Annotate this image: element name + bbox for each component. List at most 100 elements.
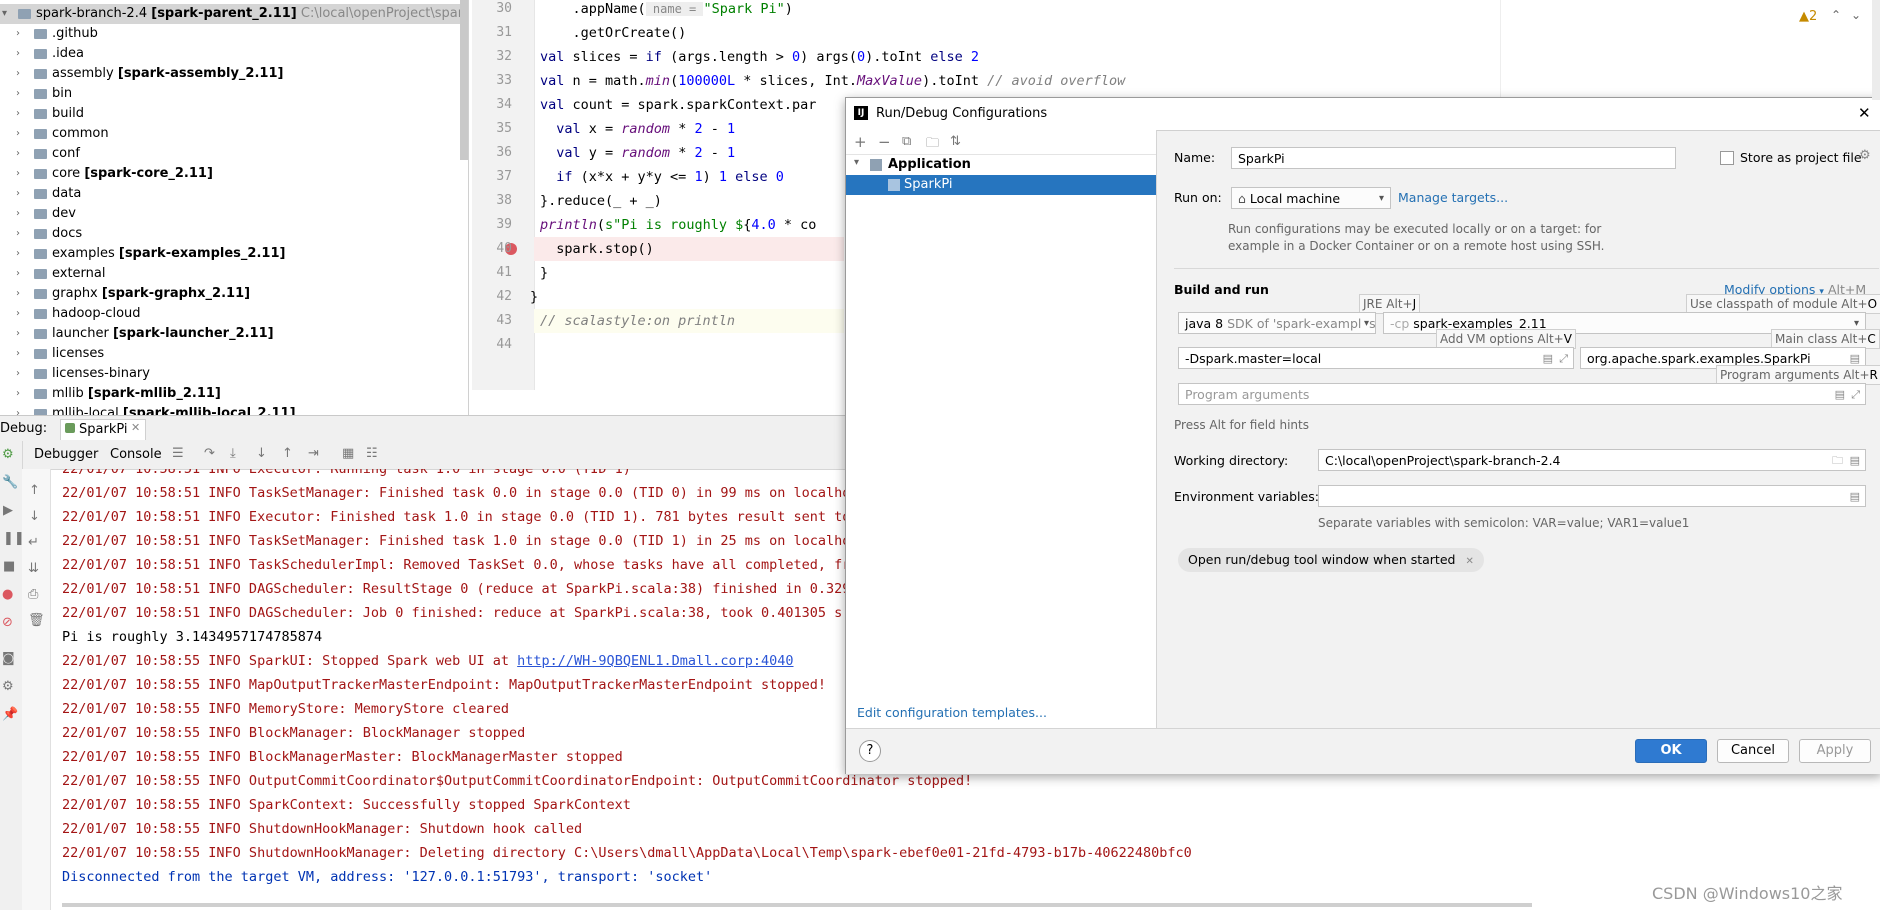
camera-icon[interactable]: ◙: [2, 651, 15, 666]
console-link[interactable]: http://WH-9QBQENL1.Dmall.corp:4040: [517, 653, 793, 669]
chevron-right-icon[interactable]: ›: [16, 184, 20, 204]
cancel-button[interactable]: Cancel: [1717, 739, 1789, 763]
workdir-field[interactable]: C:\local\openProject\spark-branch-2.4 🗀 …: [1318, 449, 1866, 471]
code-line-32[interactable]: val slices = if (args.length > 0) args(0…: [540, 45, 979, 69]
apply-button[interactable]: Apply: [1799, 739, 1871, 763]
chevron-right-icon[interactable]: ›: [16, 244, 20, 264]
list-icon[interactable]: ▤: [1850, 486, 1860, 506]
chevron-right-icon[interactable]: ›: [16, 24, 20, 44]
tree-item[interactable]: › mllib [spark-mllib_2.11]: [0, 384, 468, 404]
tree-item[interactable]: › licenses: [0, 344, 468, 364]
code-line-41[interactable]: }: [540, 261, 548, 285]
help-icon[interactable]: ?: [859, 740, 881, 762]
tree-item[interactable]: › build: [0, 104, 468, 124]
warning-count[interactable]: ▲2: [1799, 9, 1817, 24]
code-line-35[interactable]: val x = random * 2 - 1: [540, 117, 735, 141]
add-icon[interactable]: +: [854, 133, 867, 151]
tree-item[interactable]: › examples [spark-examples_2.11]: [0, 244, 468, 264]
close-icon[interactable]: ✕: [131, 421, 140, 434]
tab-sparkpi[interactable]: SparkPi ✕: [60, 419, 146, 440]
program-arguments-field[interactable]: Program arguments ▤ ⤢: [1178, 383, 1866, 405]
menu-icon[interactable]: ☰: [172, 446, 184, 461]
dialog-titlebar[interactable]: IJ Run/Debug Configurations ✕: [846, 98, 1880, 131]
chevron-right-icon[interactable]: ›: [16, 384, 20, 404]
close-icon[interactable]: ✕: [1858, 104, 1871, 122]
console-hscrollbar[interactable]: [62, 903, 1532, 907]
ok-button[interactable]: OK: [1635, 739, 1707, 763]
show-execution-point-icon[interactable]: ↷: [204, 446, 215, 461]
chevron-up-icon[interactable]: ⌃: [1831, 8, 1841, 22]
print-icon[interactable]: ⎙: [28, 587, 38, 602]
list-icon[interactable]: ▤: [1835, 384, 1845, 404]
step-over-icon[interactable]: ⤓: [230, 446, 236, 461]
tree-item[interactable]: › launcher [spark-launcher_2.11]: [0, 324, 468, 344]
pin-icon[interactable]: 📌: [2, 707, 18, 722]
chevron-right-icon[interactable]: ›: [16, 64, 20, 84]
tree-item[interactable]: › mllib-local [spark-mllib-local_2.11]: [0, 404, 468, 415]
tree-item[interactable]: › core [spark-core_2.11]: [0, 164, 468, 184]
tree-item[interactable]: › licenses-binary: [0, 364, 468, 384]
soft-wrap-icon[interactable]: ↵: [28, 535, 39, 550]
chevron-right-icon[interactable]: ›: [16, 404, 20, 415]
code-line-30[interactable]: .appName( name = "Spark Pi"): [540, 0, 793, 21]
remove-icon[interactable]: −: [878, 133, 891, 151]
evaluate-icon[interactable]: ▦: [342, 446, 354, 461]
tree-item[interactable]: › dev: [0, 204, 468, 224]
tree-item[interactable]: › assembly [spark-assembly_2.11]: [0, 64, 468, 84]
scroll-to-end-icon[interactable]: ⇊: [28, 561, 39, 576]
down-icon[interactable]: ↓: [29, 509, 40, 524]
expand-icon[interactable]: ⤢: [1559, 348, 1568, 368]
code-line-39[interactable]: println(s"Pi is roughly ${4.0 * co: [540, 213, 816, 237]
mute-breakpoints-icon[interactable]: ⊘: [2, 615, 13, 630]
chevron-right-icon[interactable]: ›: [16, 164, 20, 184]
gear-icon[interactable]: ⚙: [1859, 148, 1871, 163]
chevron-right-icon[interactable]: ›: [16, 304, 20, 324]
tree-item[interactable]: › graphx [spark-graphx_2.11]: [0, 284, 468, 304]
tree-item-sparkpi[interactable]: SparkPi: [846, 175, 1156, 195]
code-line-43[interactable]: // scalastyle:on println: [540, 309, 735, 333]
tree-item[interactable]: › hadoop-cloud: [0, 304, 468, 324]
list-icon[interactable]: ▤: [1850, 450, 1860, 470]
store-checkbox[interactable]: [1720, 151, 1734, 165]
chevron-down-icon[interactable]: ▾: [854, 157, 859, 168]
tree-item[interactable]: › common: [0, 124, 468, 144]
copy-icon[interactable]: ⧉: [902, 134, 911, 149]
trace-icon[interactable]: ☷: [366, 446, 378, 461]
up-icon[interactable]: ↑: [29, 483, 40, 498]
tab-console[interactable]: Console: [110, 447, 162, 462]
chevron-right-icon[interactable]: ›: [16, 344, 20, 364]
tree-item[interactable]: › .idea: [0, 44, 468, 64]
tree-item[interactable]: › external: [0, 264, 468, 284]
close-icon[interactable]: ✕: [1465, 556, 1473, 567]
expand-icon[interactable]: ⤢: [1851, 384, 1860, 404]
tree-item[interactable]: › docs: [0, 224, 468, 244]
chevron-down-icon[interactable]: ⌄: [1851, 8, 1861, 22]
run-to-cursor-icon[interactable]: ⇥: [308, 446, 319, 461]
chevron-right-icon[interactable]: ›: [16, 104, 20, 124]
run-on-select[interactable]: ⌂ Local machine ▾: [1231, 187, 1391, 209]
chevron-down-icon[interactable]: ▾: [2, 4, 7, 24]
settings-icon[interactable]: ⚙: [2, 679, 14, 694]
tree-item[interactable]: › data: [0, 184, 468, 204]
code-line-38[interactable]: }.reduce(_ + _): [540, 189, 662, 213]
code-line-31[interactable]: .getOrCreate(): [540, 21, 687, 45]
stop-icon[interactable]: ■: [3, 559, 15, 574]
chevron-right-icon[interactable]: ›: [16, 284, 20, 304]
chevron-right-icon[interactable]: ›: [16, 224, 20, 244]
sort-icon[interactable]: ⇅: [950, 134, 961, 149]
code-line-37[interactable]: if (x*x + y*y <= 1) 1 else 0: [540, 165, 784, 189]
folder-icon[interactable]: 🗀: [926, 134, 939, 156]
tree-item[interactable]: › bin: [0, 84, 468, 104]
vm-options-field[interactable]: -Dspark.master=local ▤ ⤢: [1178, 347, 1574, 369]
chevron-right-icon[interactable]: ›: [16, 44, 20, 64]
code-line-42[interactable]: }: [530, 285, 538, 309]
tree-group-application[interactable]: ▾ Application: [846, 155, 1156, 175]
tree-item[interactable]: › conf: [0, 144, 468, 164]
env-field[interactable]: ▤: [1318, 485, 1866, 507]
chevron-right-icon[interactable]: ›: [16, 324, 20, 344]
trash-icon[interactable]: 🗑: [28, 613, 45, 628]
jre-select[interactable]: java 8 SDK of 'spark-examples_ ▾: [1178, 312, 1376, 334]
tree-scrollbar[interactable]: [460, 0, 468, 160]
folder-icon[interactable]: 🗀: [1832, 450, 1843, 470]
right-tool-strip[interactable]: [1872, 0, 1880, 100]
